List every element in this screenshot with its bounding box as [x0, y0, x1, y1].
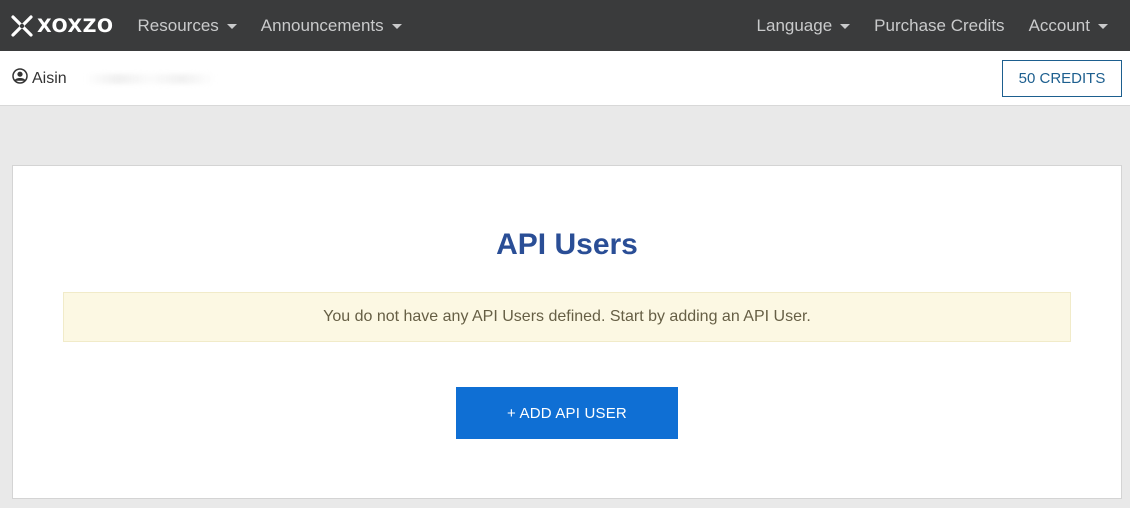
- api-users-panel: API Users You do not have any API Users …: [12, 165, 1122, 499]
- top-navbar: XOXZO Resources Announcements Language P…: [0, 0, 1130, 51]
- page-title: API Users: [496, 228, 638, 261]
- nav-announcements-label: Announcements: [260, 15, 384, 35]
- add-api-user-button[interactable]: + ADD API USER: [456, 387, 678, 439]
- brand-name: XOXZO: [37, 14, 114, 37]
- credits-button[interactable]: 50 CREDITS: [1002, 60, 1122, 97]
- nav-resources-label: Resources: [137, 15, 219, 35]
- caret-down-icon: [840, 24, 851, 29]
- caret-down-icon: [226, 24, 237, 29]
- nav-right: Language Purchase Credits Account: [745, 0, 1120, 51]
- user-bar: Aisin 50 CREDITS: [0, 51, 1130, 106]
- nav-purchase-credits-label: Purchase Credits: [874, 15, 1005, 35]
- empty-state-alert: You do not have any API Users defined. S…: [63, 292, 1071, 342]
- caret-down-icon: [1098, 24, 1108, 29]
- brand-logo[interactable]: XOXZO: [10, 0, 114, 51]
- xoxzo-logo-icon: [10, 14, 34, 38]
- nav-language[interactable]: Language: [745, 0, 863, 51]
- user-info: Aisin: [12, 68, 215, 89]
- nav-account-label: Account: [1028, 15, 1090, 35]
- nav-purchase-credits[interactable]: Purchase Credits: [862, 0, 1016, 51]
- nav-language-label: Language: [756, 15, 833, 35]
- empty-state-message: You do not have any API Users defined. S…: [323, 308, 811, 325]
- redacted-user-detail: [84, 73, 215, 84]
- user-name: Aisin: [32, 69, 67, 87]
- nav-account[interactable]: Account: [1017, 0, 1120, 51]
- nav-left: Resources Announcements: [126, 0, 414, 51]
- caret-down-icon: [391, 24, 402, 29]
- nav-announcements[interactable]: Announcements: [249, 0, 414, 51]
- nav-resources[interactable]: Resources: [126, 0, 249, 51]
- user-circle-icon: [12, 68, 28, 89]
